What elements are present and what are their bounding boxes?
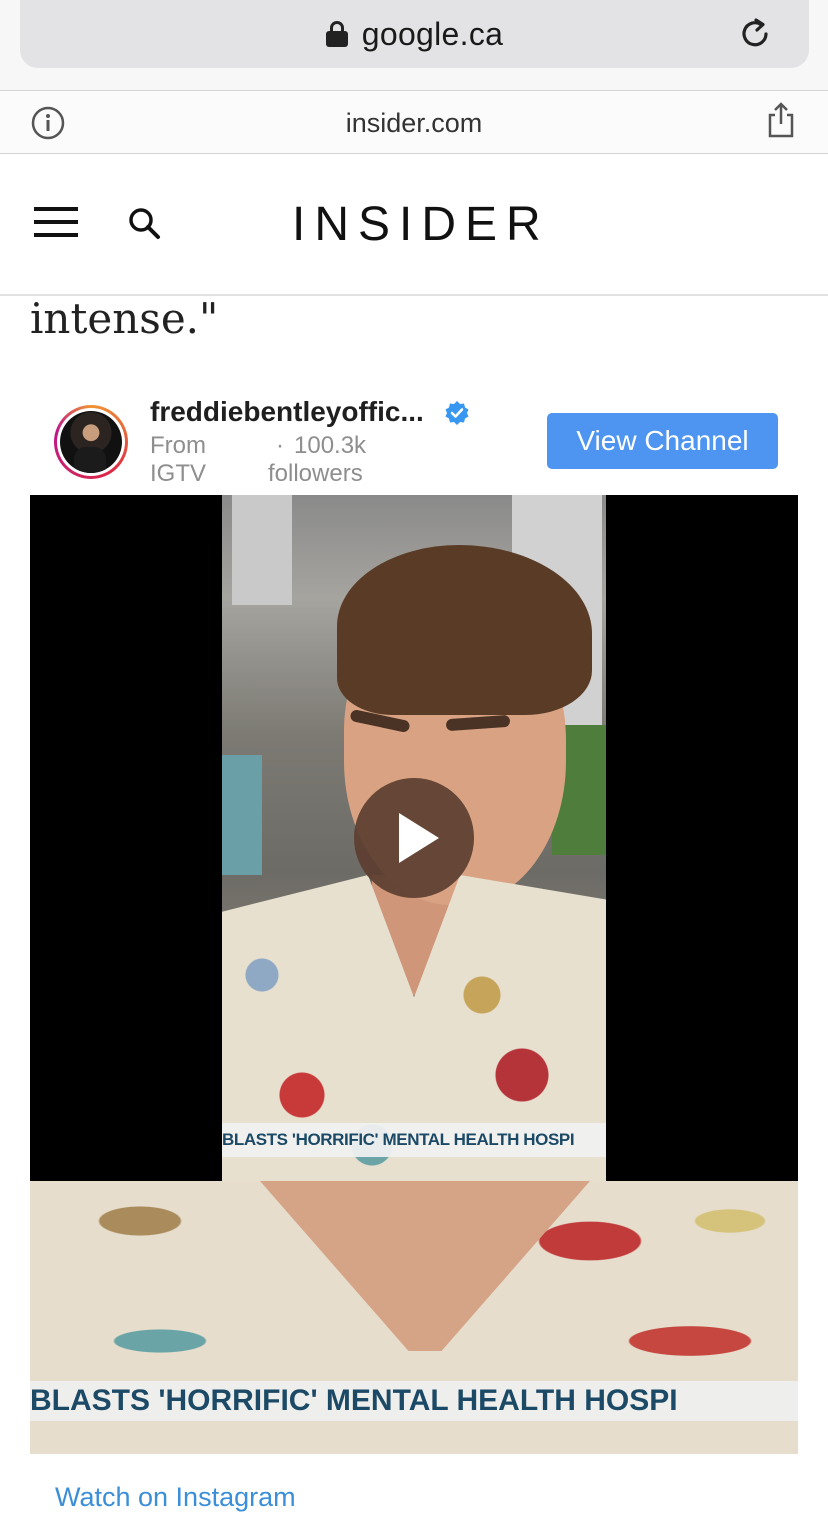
article-text: intense." xyxy=(30,294,219,343)
site-domain: insider.com xyxy=(345,108,483,138)
video-player[interactable]: BLASTS 'HORRIFIC' MENTAL HEALTH HOSPI xyxy=(30,495,798,1181)
avatar[interactable] xyxy=(54,405,128,479)
site-info-bar: insider.com xyxy=(0,90,828,154)
search-icon[interactable] xyxy=(126,205,162,241)
video-caption: BLASTS 'HORRIFIC' MENTAL HEALTH HOSPI xyxy=(222,1130,575,1149)
address-bar-url[interactable]: google.ca xyxy=(362,16,503,53)
view-channel-button[interactable]: View Channel xyxy=(547,413,778,469)
video-caption-bar: BLASTS 'HORRIFIC' MENTAL HEALTH HOSPI xyxy=(222,1123,606,1157)
share-icon[interactable] xyxy=(766,101,796,139)
insider-logo[interactable]: INSIDER xyxy=(292,197,550,252)
browser-toolbar: google.ca xyxy=(0,0,828,90)
site-header: INSIDER xyxy=(0,155,828,296)
verified-icon xyxy=(445,401,469,425)
video-still-image: BLASTS 'HORRIFIC' MENTAL HEALTH HOSPI xyxy=(30,1181,798,1454)
instagram-username[interactable]: freddiebentleyoffic... xyxy=(150,396,424,428)
separator-dot: · xyxy=(276,432,284,459)
watch-on-instagram-link[interactable]: Watch on Instagram xyxy=(55,1482,296,1513)
from-igtv-label: From IGTV xyxy=(150,432,207,487)
instagram-embed-header: freddiebentleyoffic... From IGTV · 100.3k… xyxy=(30,390,798,495)
followers-count: · 100.3k followers xyxy=(268,432,398,488)
avatar-image xyxy=(60,411,122,473)
reload-icon[interactable] xyxy=(737,16,773,52)
still-caption: BLASTS 'HORRIFIC' MENTAL HEALTH HOSPI xyxy=(30,1384,678,1417)
still-caption-bar: BLASTS 'HORRIFIC' MENTAL HEALTH HOSPI xyxy=(30,1381,798,1421)
address-bar-content: google.ca xyxy=(20,14,809,54)
play-icon xyxy=(399,813,439,863)
address-bar[interactable]: google.ca xyxy=(20,0,809,68)
lock-icon xyxy=(325,21,348,47)
play-button[interactable] xyxy=(354,778,474,898)
menu-icon[interactable] xyxy=(34,207,78,239)
